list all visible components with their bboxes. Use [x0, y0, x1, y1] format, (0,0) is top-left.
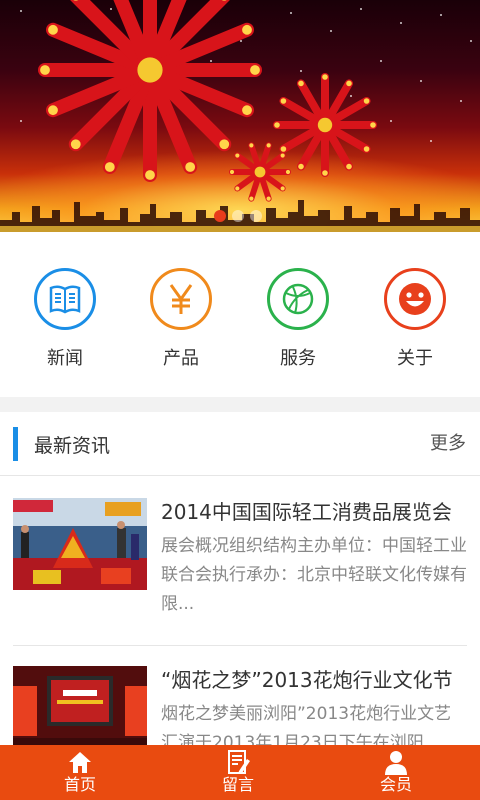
category-panel: 新闻 产品 服务 关于 — [0, 232, 480, 397]
news-section: 最新资讯 更多 2014中国国际轻工消费品展览会 展会概况组织结构主办单位：中国… — [0, 412, 480, 758]
carousel-dot[interactable] — [214, 210, 226, 222]
news-description: 展会概况组织结构主办单位：中国轻工业联合会执行承办：北京中轻联文化传媒有限... — [161, 536, 467, 614]
category-label: 产品 — [163, 348, 199, 369]
category-label: 关于 — [397, 348, 433, 369]
banner-carousel[interactable] — [0, 0, 480, 232]
category-news[interactable]: 新闻 — [15, 268, 115, 370]
nav-message[interactable]: 留言 — [178, 745, 298, 800]
smiley-icon — [384, 268, 446, 330]
nav-label: 会员 — [379, 775, 412, 794]
message-icon — [228, 750, 250, 774]
nav-home[interactable]: 首页 — [20, 745, 140, 800]
carousel-dot[interactable] — [232, 210, 244, 222]
more-link[interactable]: 更多 — [430, 429, 466, 455]
category-products[interactable]: 产品 — [131, 268, 231, 370]
newspaper-icon — [34, 268, 96, 330]
section-accent-bar — [13, 427, 18, 461]
news-title: “烟花之梦”2013花炮行业文化节 — [161, 668, 453, 692]
nav-label: 首页 — [63, 775, 96, 794]
category-about[interactable]: 关于 — [365, 268, 465, 370]
divider — [13, 645, 467, 646]
category-label: 服务 — [280, 348, 316, 369]
user-icon — [385, 751, 407, 775]
carousel-dot[interactable] — [250, 210, 262, 222]
category-label: 新闻 — [47, 348, 83, 369]
nav-member[interactable]: 会员 — [336, 745, 456, 800]
news-item[interactable]: “烟花之梦”2013花炮行业文化节 烟花之梦美丽浏阳”2013花炮行业文艺汇演于… — [13, 666, 467, 758]
bottom-nav: 首页 留言 会员 — [0, 745, 480, 800]
section-title: 最新资讯 — [34, 435, 111, 457]
yen-icon — [150, 268, 212, 330]
home-icon — [69, 752, 91, 773]
nav-label: 留言 — [221, 775, 254, 794]
news-header: 最新资讯 更多 — [0, 412, 480, 476]
carousel-indicators — [214, 210, 262, 222]
news-item[interactable]: 2014中国国际轻工消费品展览会 展会概况组织结构主办单位：中国轻工业联合会执行… — [13, 498, 467, 638]
basketball-icon — [267, 268, 329, 330]
category-services[interactable]: 服务 — [248, 268, 348, 370]
news-thumbnail — [13, 498, 147, 590]
news-title: 2014中国国际轻工消费品展览会 — [161, 500, 452, 524]
